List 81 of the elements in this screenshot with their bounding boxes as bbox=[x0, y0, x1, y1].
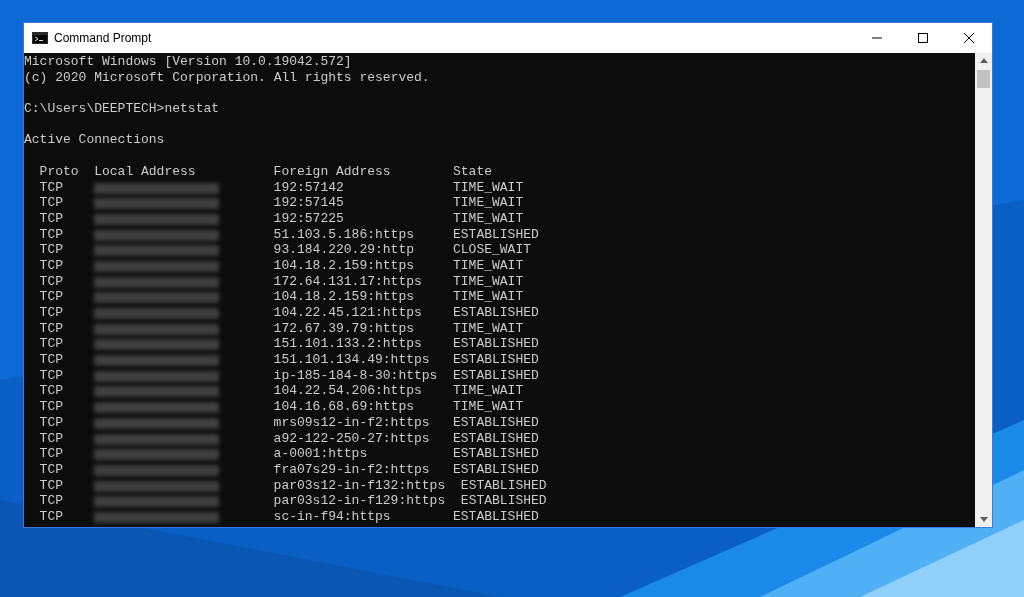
table-cell: TCP bbox=[39, 210, 63, 227]
section-heading: Active Connections bbox=[24, 132, 165, 149]
close-icon bbox=[964, 33, 974, 43]
table-cell: ESTABLISHED bbox=[453, 352, 539, 368]
table-cell-text: a-0001:https bbox=[273, 446, 369, 462]
table-cell: ESTABLISHED bbox=[453, 336, 539, 353]
table-cell: ESTABLISHED bbox=[453, 226, 539, 243]
table-cell: ESTABLISHED bbox=[453, 367, 539, 384]
table-cell: TCP bbox=[39, 414, 63, 431]
table-cell-text: 51.103.5.186:https bbox=[273, 226, 416, 243]
command-line: C:\Users\DEEPTECH>netstat bbox=[24, 101, 220, 117]
table-cell-text: 104.22.54.206:https bbox=[273, 383, 423, 400]
table-cell-text: fra07s29-in-f2:https bbox=[273, 461, 431, 478]
table-cell: ESTABLISHED bbox=[453, 461, 539, 478]
column-header: Foreign Address bbox=[273, 163, 391, 180]
table-cell: ESTABLISHED bbox=[453, 430, 539, 447]
table-cell-text: 104.22.45.121:https bbox=[273, 305, 423, 321]
maximize-icon bbox=[918, 33, 928, 43]
table-cell-text: 172.64.131.17:https bbox=[273, 273, 423, 290]
table-cell: TIME_WAIT bbox=[453, 257, 524, 274]
table-cell-text: 104.18.2.159:https bbox=[273, 289, 416, 305]
console-line: (c) 2020 Microsoft Corporation. All rights reserved. bbox=[24, 69, 430, 86]
table-cell: TCP bbox=[39, 273, 63, 290]
table-cell: TCP bbox=[39, 399, 63, 415]
table-cell: TCP bbox=[39, 352, 63, 368]
table-cell: TCP bbox=[39, 320, 63, 337]
table-cell: TIME_WAIT bbox=[453, 179, 524, 196]
table-cell: TIME_WAIT bbox=[453, 320, 524, 337]
table-cell-text: mrs09s12-in-f2:https bbox=[273, 414, 431, 431]
console-line: Microsoft Windows [Version 10.0.19042.572] bbox=[24, 54, 352, 70]
table-cell: ESTABLISHED bbox=[453, 414, 539, 431]
table-cell: ESTABLISHED bbox=[453, 305, 539, 321]
table-cell: TCP bbox=[39, 493, 63, 509]
table-cell: TIME_WAIT bbox=[453, 195, 524, 211]
table-cell-text: par03s12-in-f132:https bbox=[273, 477, 447, 494]
table-cell-text: 104.18.2.159:https bbox=[273, 257, 416, 274]
table-cell: TCP bbox=[39, 179, 63, 196]
table-cell: TCP bbox=[39, 446, 63, 462]
table-cell: TCP bbox=[39, 289, 63, 305]
table-cell-text: 192:57225 bbox=[273, 210, 345, 227]
table-cell: TCP bbox=[39, 226, 63, 243]
table-cell: TCP bbox=[39, 383, 63, 400]
column-header: State bbox=[453, 163, 493, 180]
table-cell-text: 172.67.39.79:https bbox=[273, 320, 416, 337]
table-cell: TIME_WAIT bbox=[453, 399, 524, 415]
table-cell: TIME_WAIT bbox=[453, 289, 524, 305]
table-cell: TIME_WAIT bbox=[453, 383, 524, 400]
table-cell-text: 192:57145 bbox=[273, 195, 345, 211]
table-cell-text: sc-in-f94:https bbox=[273, 508, 392, 525]
table-cell: TCP bbox=[39, 257, 63, 274]
column-header: Proto bbox=[39, 163, 79, 180]
scroll-up-icon[interactable] bbox=[979, 58, 988, 63]
table-cell-text: ip-185-184-8-30:https bbox=[273, 367, 439, 384]
table-cell: ESTABLISHED bbox=[453, 446, 539, 462]
column-header: Local Address bbox=[94, 163, 196, 180]
table-cell: TIME_WAIT bbox=[453, 210, 524, 227]
table-cell: ESTABLISHED bbox=[460, 477, 547, 494]
window-title: Command Prompt bbox=[54, 30, 152, 47]
table-cell-text: par03s12-in-f129:https bbox=[273, 493, 447, 509]
table-cell: TCP bbox=[39, 367, 63, 384]
table-cell: ESTABLISHED bbox=[460, 493, 547, 509]
scroll-down-icon[interactable] bbox=[979, 517, 988, 522]
table-cell-text: 93.184.220.29:http bbox=[273, 242, 416, 258]
scrollbar-thumb[interactable] bbox=[977, 70, 990, 88]
table-cell: TIME_WAIT bbox=[453, 273, 524, 290]
table-cell-text: 151.101.134.49:https bbox=[273, 352, 431, 368]
table-cell-text: 192:57142 bbox=[273, 179, 345, 196]
table-cell: ESTABLISHED bbox=[453, 508, 539, 525]
table-cell-text: 151.101.133.2:https bbox=[273, 336, 423, 353]
table-cell-text: a92-122-250-27:https bbox=[273, 430, 431, 447]
table-cell-text: 104.16.68.69:https bbox=[273, 399, 416, 415]
table-cell: TCP bbox=[39, 305, 63, 321]
table-cell: CLOSE_WAIT bbox=[453, 242, 532, 258]
table-cell: TCP bbox=[39, 461, 63, 478]
terminal-icon bbox=[32, 32, 48, 44]
table-cell: TCP bbox=[39, 508, 63, 525]
table-cell: TCP bbox=[39, 477, 63, 494]
table-cell: TCP bbox=[39, 430, 63, 447]
table-cell: TCP bbox=[39, 242, 63, 258]
table-cell: TCP bbox=[39, 336, 63, 353]
table-cell: TCP bbox=[39, 195, 63, 211]
